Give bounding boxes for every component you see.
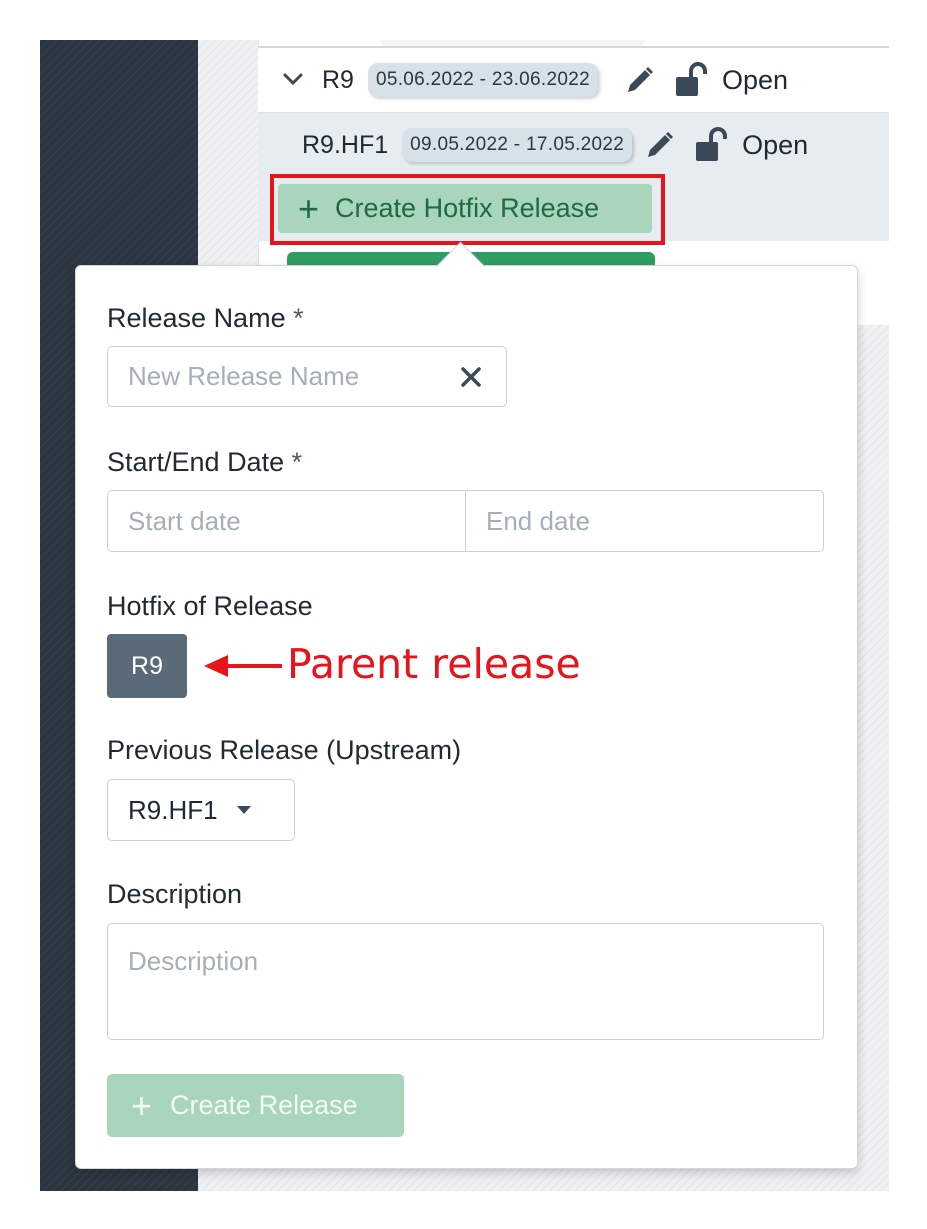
release-name-label: Release Name * bbox=[107, 303, 304, 333]
previous-release-select[interactable]: R9.HF1 bbox=[107, 779, 295, 841]
create-release-button[interactable]: + Create Release bbox=[107, 1074, 404, 1137]
release-name-placeholder: New Release Name bbox=[128, 361, 360, 391]
unlock-icon[interactable] bbox=[674, 61, 708, 99]
description-label: Description bbox=[107, 879, 243, 909]
previous-release-value: R9.HF1 bbox=[128, 794, 218, 825]
release-name-input[interactable]: New Release Name bbox=[107, 346, 507, 407]
annotation-arrow bbox=[204, 655, 282, 677]
release-date-badge: 09.05.2022 - 17.05.2022 bbox=[402, 128, 633, 162]
description-textarea[interactable]: Description bbox=[107, 923, 824, 1040]
release-status: Open bbox=[721, 64, 789, 95]
chevron-down-icon[interactable] bbox=[282, 69, 304, 91]
start-date-input[interactable]: Start date bbox=[108, 491, 465, 551]
caret-down-icon bbox=[236, 806, 251, 814]
release-status: Open bbox=[742, 129, 809, 160]
previous-release-label: Previous Release (Upstream) bbox=[107, 735, 462, 765]
end-date-input[interactable]: End date bbox=[465, 491, 823, 551]
date-range-input: Start date End date bbox=[107, 490, 824, 552]
parent-release-chip: R9 bbox=[107, 634, 187, 698]
release-date-badge: 05.06.2022 - 23.06.2022 bbox=[367, 63, 598, 97]
pencil-icon[interactable] bbox=[624, 63, 658, 97]
close-icon[interactable] bbox=[456, 362, 486, 392]
plus-icon: + bbox=[131, 1084, 153, 1126]
release-row-r9[interactable]: R9 05.06.2022 - 23.06.2022 Open bbox=[258, 48, 889, 113]
annotation-label: Parent release bbox=[287, 640, 581, 688]
pencil-icon[interactable] bbox=[644, 128, 678, 162]
create-release-label: Create Release bbox=[170, 1090, 358, 1120]
unlock-icon[interactable] bbox=[694, 126, 728, 164]
release-name: R9.HF1 bbox=[302, 130, 389, 159]
hotfix-of-label: Hotfix of Release bbox=[107, 591, 313, 621]
release-name: R9 bbox=[322, 65, 354, 94]
highlight-box bbox=[270, 174, 665, 245]
release-row-r9-hf1[interactable]: R9.HF1 09.05.2022 - 17.05.2022 Open bbox=[258, 113, 889, 177]
dates-label: Start/End Date * bbox=[107, 447, 303, 477]
